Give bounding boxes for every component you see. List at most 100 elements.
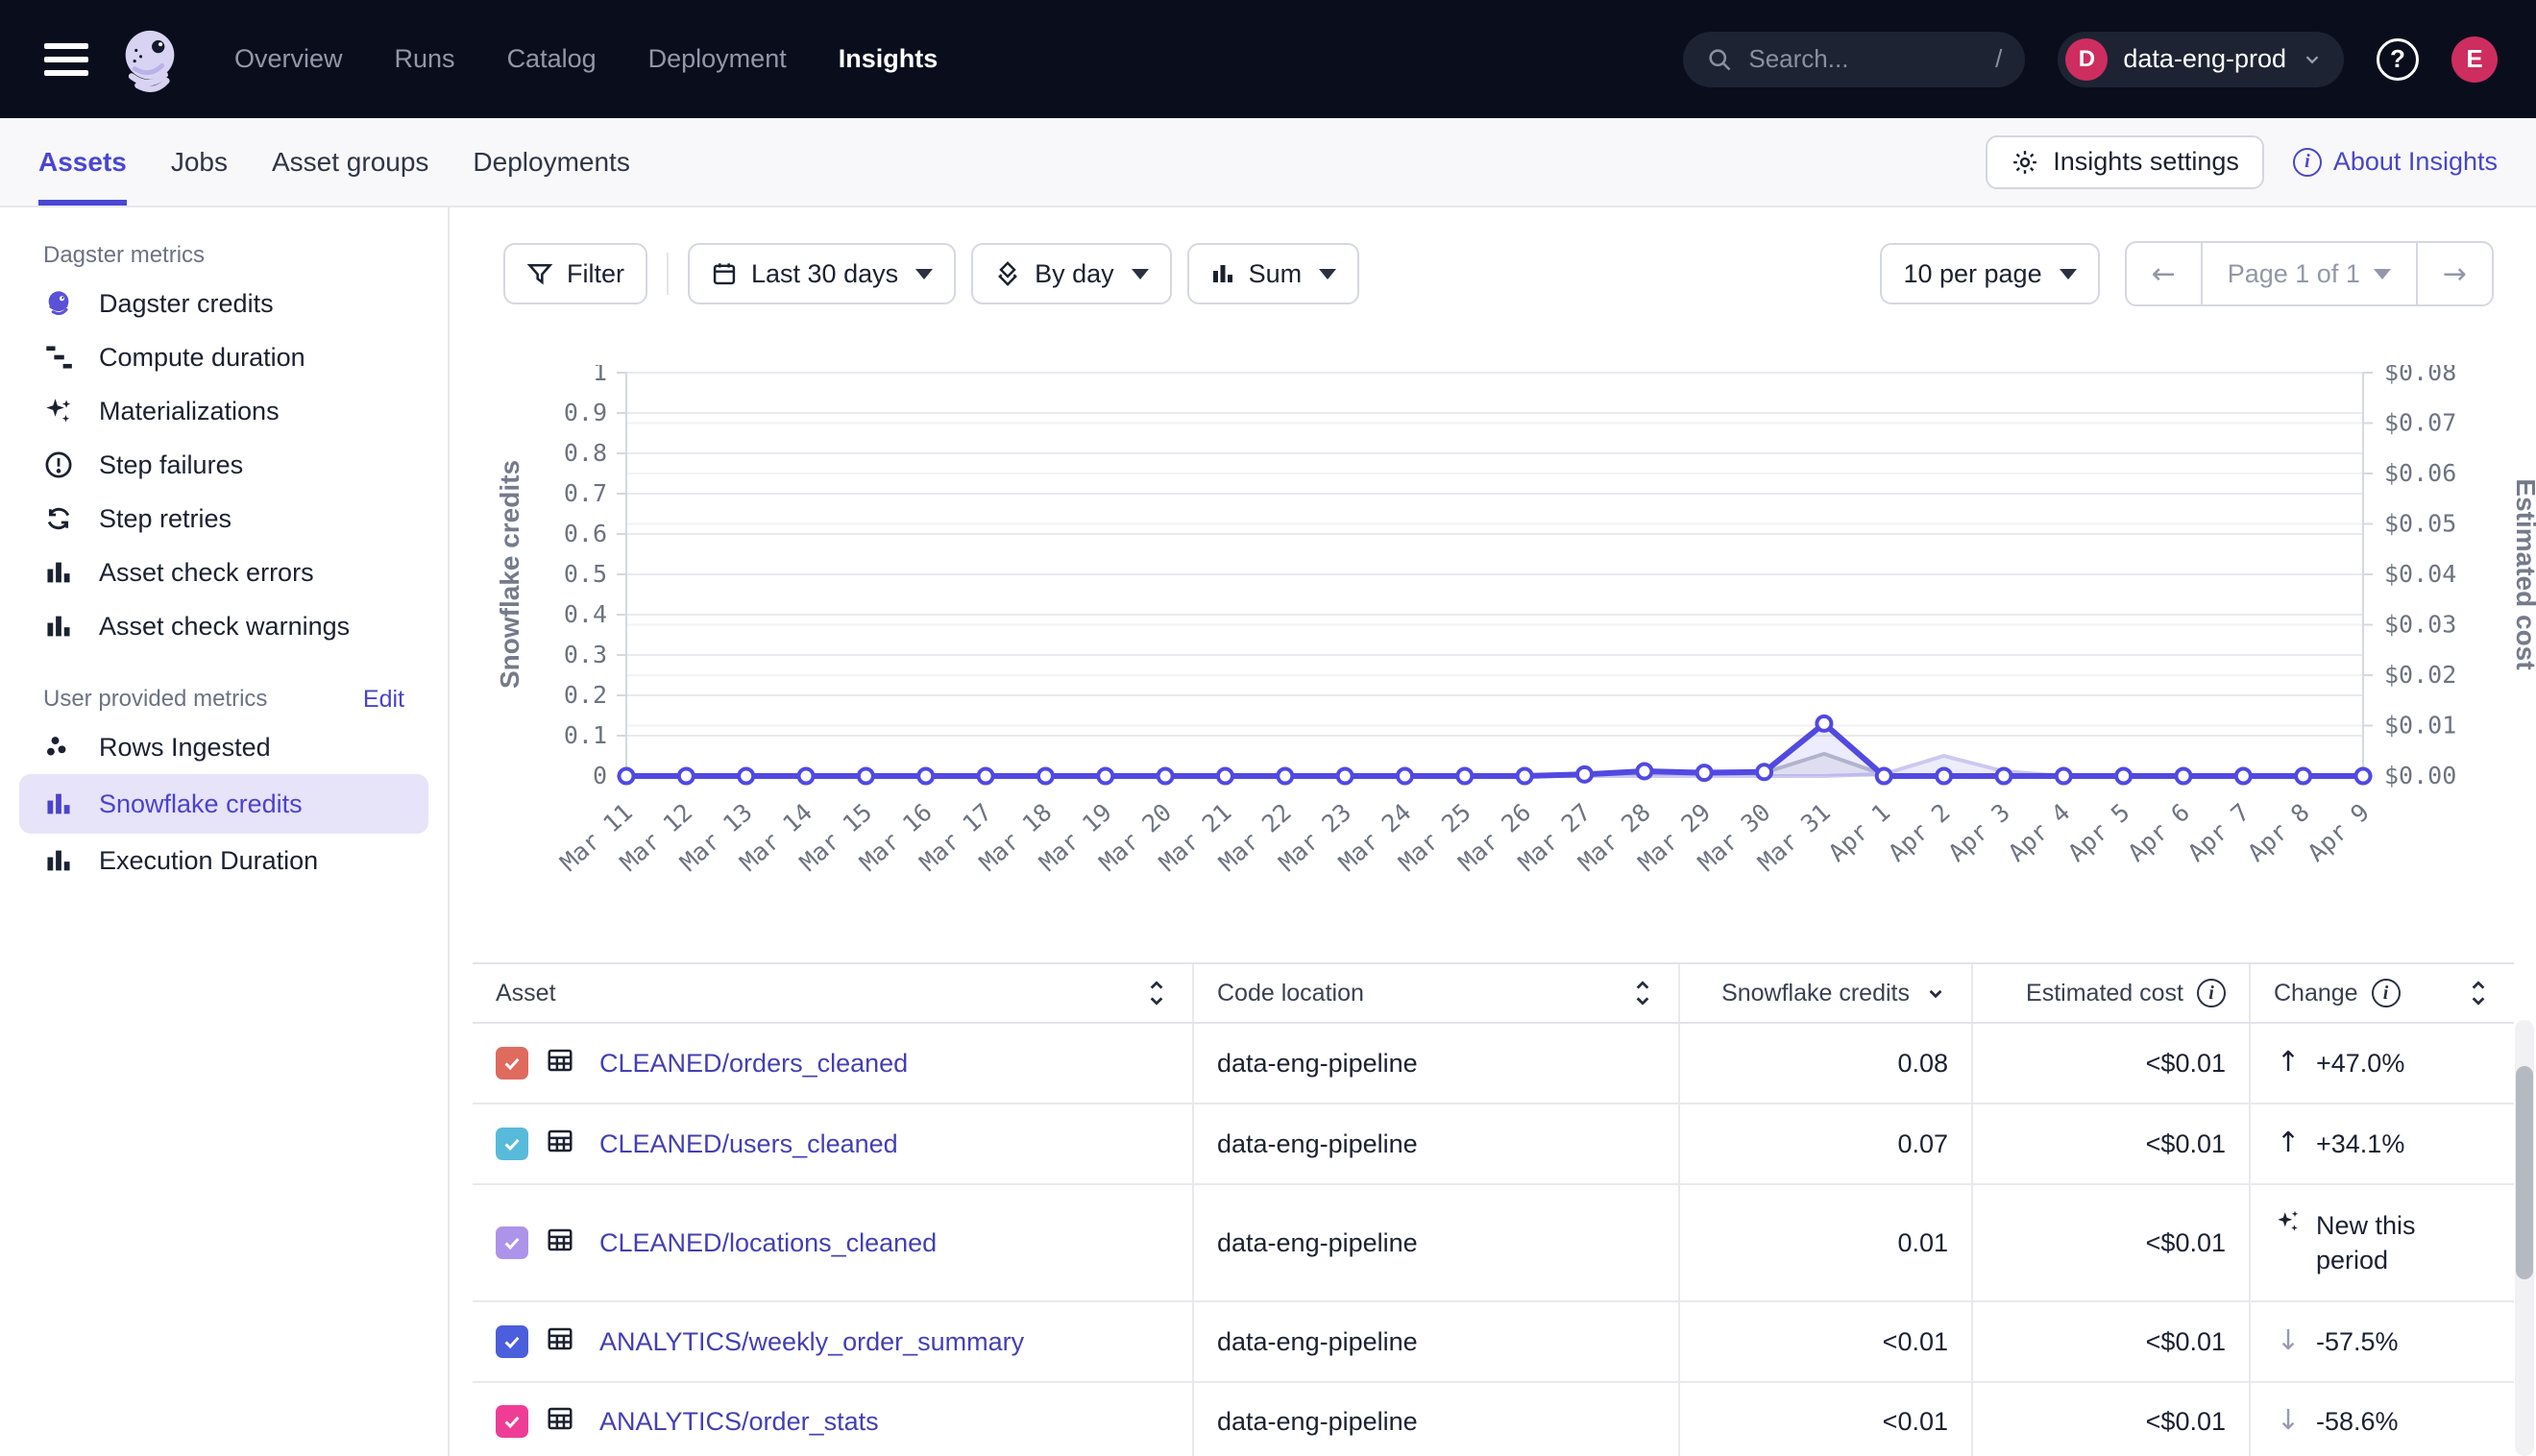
info-icon[interactable]: i [2372, 979, 2401, 1007]
asset-link[interactable]: ANALYTICS/weekly_order_summary [599, 1327, 1024, 1357]
row-checkbox[interactable] [496, 1226, 528, 1259]
svg-text:Snowflake credits: Snowflake credits [495, 460, 524, 689]
org-avatar: D [2065, 38, 2108, 81]
svg-text:$0.06: $0.06 [2384, 459, 2456, 487]
sidebar-item-execution-duration[interactable]: Execution Duration [19, 834, 428, 887]
nav-item-catalog[interactable]: Catalog [507, 44, 597, 74]
filter-button[interactable]: Filter [503, 243, 647, 304]
credits-value: <0.01 [1883, 1327, 1948, 1357]
dagster-logo-icon[interactable] [113, 23, 186, 96]
cost-value: <$0.01 [2146, 1129, 2226, 1159]
search-input[interactable]: Search... / [1683, 32, 2025, 87]
svg-text:Apr 7: Apr 7 [2182, 798, 2255, 867]
table-row: CLEANED/locations_cleaned data-eng-pipel… [473, 1185, 2514, 1302]
col-header-change: Change [2274, 980, 2358, 1007]
asset-link[interactable]: CLEANED/users_cleaned [599, 1129, 898, 1159]
change-value: New this period [2316, 1208, 2443, 1278]
svg-text:Apr 4: Apr 4 [2003, 798, 2075, 867]
tab-asset-groups[interactable]: Asset groups [272, 118, 428, 206]
sidebar-item-compute-duration[interactable]: Compute duration [19, 330, 428, 384]
insights-settings-button[interactable]: Insights settings [1986, 135, 2264, 189]
table-row: ANALYTICS/order_stats data-eng-pipeline … [473, 1383, 2514, 1456]
sort-desc-icon[interactable] [1923, 981, 1948, 1006]
edit-metrics-link[interactable]: Edit [363, 686, 404, 714]
arrow-down-icon: ↓ [2274, 1324, 2303, 1356]
nav-item-overview[interactable]: Overview [234, 44, 343, 74]
sidebar-item-label: Asset check errors [99, 558, 314, 588]
user-avatar[interactable]: E [2451, 36, 2498, 83]
help-icon[interactable]: ? [2377, 38, 2419, 81]
nav-item-deployment[interactable]: Deployment [648, 44, 787, 74]
svg-text:$0.07: $0.07 [2384, 409, 2456, 437]
hamburger-menu-icon[interactable] [44, 43, 88, 76]
svg-text:0.5: 0.5 [564, 560, 607, 588]
asset-link[interactable]: ANALYTICS/order_stats [599, 1407, 879, 1437]
steps-icon [43, 342, 74, 373]
calendar-icon [711, 260, 738, 287]
toolbar: Filter Last 30 days By day Sum [451, 243, 2536, 304]
row-checkbox[interactable] [496, 1405, 528, 1438]
row-checkbox[interactable] [496, 1325, 528, 1358]
top-nav-right: Search... / D data-eng-prod ? E [1683, 32, 2498, 87]
insights-settings-label: Insights settings [2053, 147, 2239, 177]
filter-label: Filter [567, 259, 624, 289]
org-name: data-eng-prod [2123, 44, 2286, 74]
cost-value: <$0.01 [2146, 1228, 2226, 1258]
sidebar-item-step-failures[interactable]: Step failures [19, 438, 428, 492]
tab-assets[interactable]: Assets [38, 118, 127, 206]
credits-value: 0.08 [1897, 1049, 1948, 1079]
svg-text:$0.04: $0.04 [2384, 560, 2456, 588]
row-checkbox[interactable] [496, 1128, 528, 1160]
sidebar-item-label: Asset check warnings [99, 612, 350, 642]
sidebar-item-materializations[interactable]: Materializations [19, 384, 428, 438]
page-indicator[interactable]: Page 1 of 1 [2201, 243, 2416, 304]
svg-text:0.1: 0.1 [564, 721, 607, 749]
svg-text:Apr 3: Apr 3 [1943, 798, 2015, 867]
sidebar-item-rows-ingested[interactable]: Rows Ingested [19, 720, 428, 774]
next-page-button[interactable]: → [2416, 243, 2492, 304]
sidebar-item-asset-check-warnings[interactable]: Asset check warnings [19, 599, 428, 653]
sidebar-item-dagster-credits[interactable]: Dagster credits [19, 277, 428, 330]
tab-jobs[interactable]: Jobs [171, 118, 228, 206]
dagster-octopus-icon [43, 288, 74, 319]
info-icon[interactable]: i [2197, 979, 2226, 1007]
sidebar-item-step-retries[interactable]: Step retries [19, 492, 428, 546]
sort-icon[interactable] [1144, 979, 1169, 1007]
code-location-value: data-eng-pipeline [1217, 1327, 1418, 1357]
about-insights-link[interactable]: i About Insights [2293, 147, 2498, 177]
granularity-button[interactable]: By day [971, 243, 1172, 304]
bar-chart-icon [43, 845, 74, 876]
col-header-estimated-cost: Estimated cost [2026, 980, 2183, 1007]
sidebar-item-asset-check-errors[interactable]: Asset check errors [19, 546, 428, 599]
per-page-button[interactable]: 10 per page [1880, 243, 2099, 304]
asset-link[interactable]: CLEANED/locations_cleaned [599, 1228, 937, 1258]
deployment-switcher[interactable]: D data-eng-prod [2058, 32, 2344, 87]
about-insights-label: About Insights [2333, 147, 2498, 177]
chevron-down-icon [2374, 269, 2391, 279]
sparkle-icon [43, 396, 74, 426]
col-header-code-location: Code location [1217, 980, 1364, 1007]
row-checkbox[interactable] [496, 1047, 528, 1080]
svg-text:$0.01: $0.01 [2384, 712, 2456, 740]
scrollbar-thumb[interactable] [2516, 1066, 2533, 1279]
aggregation-button[interactable]: Sum [1187, 243, 1360, 304]
info-icon: i [2293, 148, 2322, 177]
date-range-label: Last 30 days [751, 259, 898, 289]
sort-icon[interactable] [2466, 979, 2491, 1007]
search-placeholder: Search... [1748, 44, 1980, 74]
prev-page-button[interactable]: ← [2127, 243, 2201, 304]
snowflake-credits-chart: 10.90.80.70.60.50.40.30.20.10$0.08$0.07$… [451, 365, 2536, 941]
sidebar-item-snowflake-credits[interactable]: Snowflake credits [19, 774, 428, 834]
nav-item-insights[interactable]: Insights [839, 44, 939, 74]
nav-item-runs[interactable]: Runs [395, 44, 455, 74]
sort-icon[interactable] [1630, 979, 1655, 1007]
date-range-button[interactable]: Last 30 days [688, 243, 956, 304]
svg-text:0.3: 0.3 [564, 641, 607, 668]
asset-link[interactable]: CLEANED/orders_cleaned [599, 1049, 908, 1079]
arrow-right-icon: → [2443, 257, 2467, 291]
svg-text:$0.03: $0.03 [2384, 611, 2456, 639]
svg-text:$0.02: $0.02 [2384, 661, 2456, 689]
funnel-icon [526, 260, 553, 287]
tab-deployments[interactable]: Deployments [473, 118, 629, 206]
chevron-down-icon [915, 269, 933, 279]
